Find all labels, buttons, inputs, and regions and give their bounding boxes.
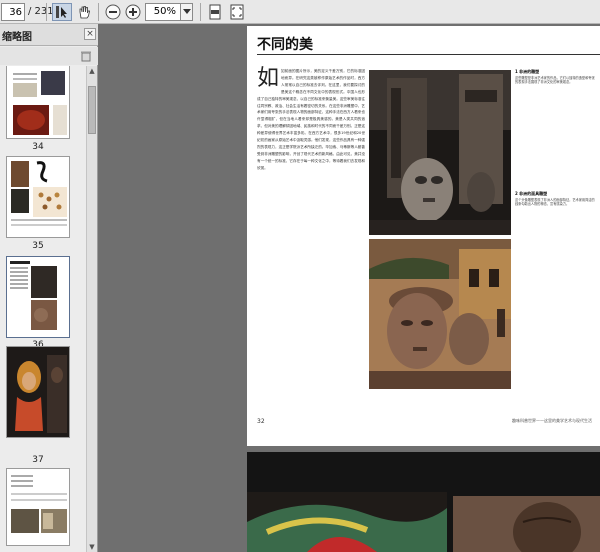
scrollbar-thumb[interactable] bbox=[88, 86, 96, 134]
close-panel-button[interactable]: × bbox=[84, 28, 96, 40]
thumbnails-panel-header: 缩略图 × bbox=[0, 24, 98, 46]
photo-carved-heads bbox=[369, 239, 511, 389]
zoom-out-icon bbox=[105, 4, 121, 20]
page-thumbnail[interactable] bbox=[6, 346, 70, 438]
thumbnail-image bbox=[11, 475, 67, 533]
page-footer: 趣味科普世界——这里的美学艺术与现代生活 bbox=[512, 418, 592, 423]
page-thumbnail[interactable] bbox=[6, 468, 70, 546]
toolbar-separator bbox=[46, 3, 47, 21]
next-page-photos bbox=[247, 452, 600, 552]
fit-width-icon bbox=[209, 4, 221, 20]
trash-icon[interactable] bbox=[80, 50, 92, 62]
page-thumbnail-label: 34 bbox=[32, 142, 44, 152]
thumbnails-list: 34 35 36 37 bbox=[0, 66, 86, 552]
zoom-in-button[interactable] bbox=[123, 3, 143, 21]
thumbnail-image bbox=[13, 71, 67, 135]
caption-2-body: 这个头像雕塑表现了非洲人的面部特征，艺术家用简洁的线条勾勒出人物的神态，富有感染… bbox=[515, 197, 595, 207]
document-page: 不同的美 如 如前面的图片所示，美的定义千差万别，它的标准因地而异。在研究这类被… bbox=[247, 26, 600, 446]
caption-1: 1 非洲的雕塑 这些雕塑是非洲艺术家的作品，它们以独特的造型和夸张的表现手法展现… bbox=[515, 69, 597, 85]
thumbnails-panel: 缩略图 × 34 35 36 37 ▲ ▼ bbox=[0, 24, 98, 552]
page-number-input[interactable] bbox=[1, 3, 25, 21]
chevron-down-icon bbox=[182, 9, 191, 14]
drop-cap: 如 bbox=[257, 66, 280, 91]
caption-1-title: 1 非洲的雕塑 bbox=[515, 69, 540, 74]
caption-2: 2 非洲的面具雕塑 这个头像雕塑表现了非洲人的面部特征，艺术家用简洁的线条勾勒出… bbox=[515, 191, 597, 207]
scroll-down-arrow-icon[interactable]: ▼ bbox=[87, 542, 97, 552]
select-tool-icon bbox=[56, 6, 67, 18]
page-total: / 231 bbox=[28, 6, 54, 17]
photo-stone-statues bbox=[369, 70, 511, 235]
title-rule bbox=[257, 54, 600, 55]
page-thumbnail[interactable] bbox=[6, 156, 70, 238]
zoom-level-field[interactable]: 50% bbox=[145, 3, 181, 21]
thumbnails-toolbar bbox=[0, 47, 98, 65]
toolbar-separator bbox=[98, 3, 99, 21]
zoom-out-button[interactable] bbox=[103, 3, 123, 21]
page-thumbnail[interactable] bbox=[6, 66, 70, 139]
caption-2-title: 2 非洲的面具雕塑 bbox=[515, 191, 548, 196]
scroll-up-arrow-icon[interactable]: ▲ bbox=[87, 66, 97, 76]
fit-page-icon bbox=[230, 4, 244, 20]
page-thumbnail-current[interactable] bbox=[6, 256, 70, 338]
page-thumbnail-label: 35 bbox=[32, 241, 44, 251]
select-tool-button[interactable] bbox=[52, 3, 72, 21]
next-document-page bbox=[247, 452, 600, 552]
toolbar-separator bbox=[200, 3, 201, 21]
hand-tool-icon bbox=[79, 6, 90, 19]
thumbnail-image bbox=[7, 347, 69, 437]
document-viewer[interactable]: 不同的美 如 如前面的图片所示，美的定义千差万别，它的标准因地而异。在研究这类被… bbox=[98, 24, 600, 552]
hand-tool-button[interactable] bbox=[74, 3, 94, 21]
toolbar: / 231 50% bbox=[0, 0, 600, 24]
thumbnail-image bbox=[10, 261, 57, 330]
thumbnails-panel-title: 缩略图 bbox=[2, 32, 32, 43]
fit-width-button[interactable] bbox=[205, 3, 225, 21]
caption-1-body: 这些雕塑是非洲艺术家的作品，它们以独特的造型和夸张的表现手法展现了非洲文化的审美… bbox=[515, 75, 595, 85]
page-thumbnail-label: 37 bbox=[32, 455, 44, 465]
page-number: 32 bbox=[257, 418, 265, 425]
fit-page-button[interactable] bbox=[227, 3, 247, 21]
zoom-dropdown-button[interactable] bbox=[181, 3, 193, 21]
thumbnails-scrollbar[interactable]: ▲ ▼ bbox=[86, 66, 97, 552]
thumbnail-image bbox=[11, 161, 67, 226]
body-column: 如 如前面的图片所示，美的定义千差万别，它的标准因地而异。在研究这类被称作原始艺… bbox=[257, 68, 365, 172]
zoom-in-icon bbox=[125, 4, 141, 20]
page-title: 不同的美 bbox=[257, 37, 313, 53]
